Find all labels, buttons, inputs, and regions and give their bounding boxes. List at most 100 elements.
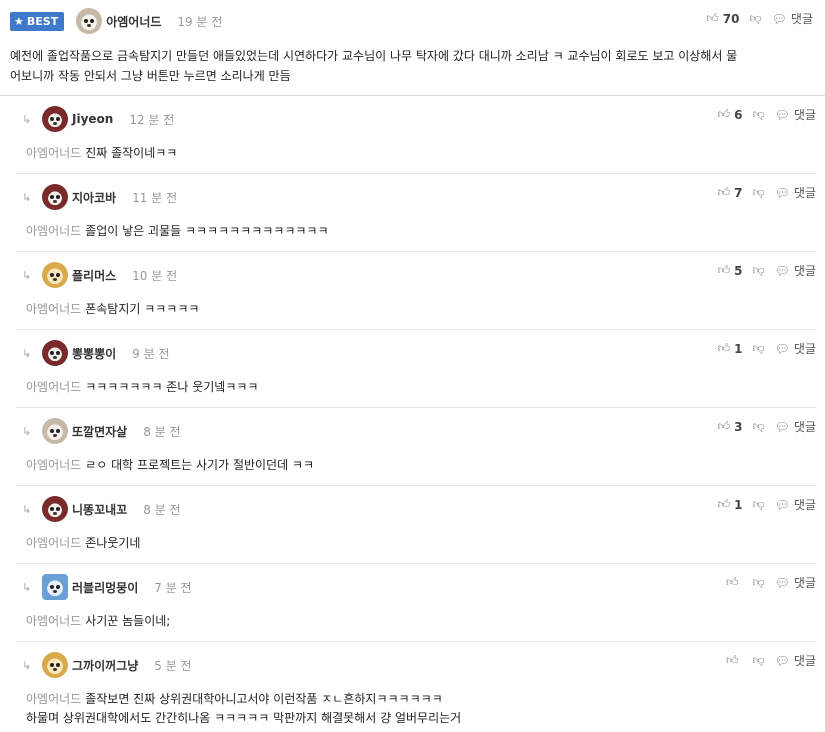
- reply-item: ↳ 뽕뽕뽕이 9 분 전 👍︎ 1 👎︎ 💬︎ 댓글 아엠어너드 ㅋㅋㅋㅋㅋㅋㅋ …: [16, 330, 816, 408]
- mention[interactable]: 아엠어너드: [26, 380, 81, 394]
- reply-actions: 👍︎ 6 👎︎ 💬︎ 댓글: [718, 106, 816, 123]
- reply-actions: 👍︎ 👎︎ 💬︎ 댓글: [726, 574, 816, 591]
- avatar[interactable]: [42, 652, 68, 678]
- thumbs-down-icon[interactable]: 👎︎: [752, 341, 764, 356]
- avatar[interactable]: [42, 496, 68, 522]
- mention[interactable]: 아엠어너드: [26, 614, 81, 628]
- timestamp: 12 분 전: [129, 112, 175, 127]
- best-comment-header: ★ BEST 아엠어너드 19 분 전: [10, 8, 222, 34]
- timestamp: 8 분 전: [143, 424, 181, 439]
- author-nick[interactable]: 뽕뽕뽕이: [72, 345, 116, 362]
- reply-button[interactable]: 댓글: [794, 652, 816, 669]
- reply-text-content: 폰속탐지기 ㅋㅋㅋㅋㅋ: [85, 302, 200, 316]
- reply-button[interactable]: 댓글: [794, 262, 816, 279]
- reply-text-content: 존나웃기네: [85, 536, 141, 550]
- author-nick[interactable]: 그까이꺼그냥: [72, 657, 138, 674]
- thumbs-up-icon[interactable]: 👍︎: [718, 497, 731, 512]
- avatar[interactable]: [42, 106, 68, 132]
- speech-bubble-icon[interactable]: 💬︎: [775, 108, 790, 122]
- speech-bubble-icon[interactable]: 💬︎: [775, 498, 790, 512]
- mention[interactable]: 아엠어너드: [26, 146, 81, 160]
- like-count: 5: [734, 263, 743, 278]
- reply-item: ↳ 그까이꺼그냥 5 분 전 👍︎ 👎︎ 💬︎ 댓글 아엠어너드 졸작보면 진짜 …: [16, 642, 816, 732]
- mention[interactable]: 아엠어너드: [26, 224, 81, 238]
- reply-text: 아엠어너드 졸업이 낳은 괴물들 ㅋㅋㅋㅋㅋㅋㅋㅋㅋㅋㅋㅋㅋ: [26, 222, 806, 241]
- avatar[interactable]: [42, 262, 68, 288]
- reply-text-content: ㅋㅋㅋㅋㅋㅋㅋ 존나 웃기넼ㅋㅋㅋ: [85, 380, 259, 394]
- avatar[interactable]: [42, 340, 68, 366]
- reply-text-content: ㄹㅇ 대학 프로젝트는 사기가 절반이던데 ㅋㅋ: [85, 458, 315, 472]
- thumbs-down-icon[interactable]: 👎︎: [752, 497, 764, 512]
- timestamp: 8 분 전: [143, 502, 181, 517]
- reply-text-line: 아엠어너드 폰속탐지기 ㅋㅋㅋㅋㅋ: [26, 300, 806, 319]
- best-badge-label: BEST: [26, 14, 59, 28]
- author-nick[interactable]: 아엠어너드: [106, 13, 161, 30]
- thumbs-down-icon[interactable]: 👎︎: [752, 185, 764, 200]
- reply-text: 아엠어너드 폰속탐지기 ㅋㅋㅋㅋㅋ: [26, 300, 806, 319]
- thumbs-down-icon[interactable]: 👎︎: [752, 419, 764, 434]
- reply-button[interactable]: 댓글: [794, 574, 816, 591]
- reply-button[interactable]: 댓글: [794, 496, 816, 513]
- timestamp: 5 분 전: [154, 658, 192, 673]
- thumbs-up-icon[interactable]: 👍︎: [718, 107, 731, 122]
- avatar[interactable]: [76, 8, 103, 34]
- avatar[interactable]: [42, 574, 68, 600]
- reply-text: 아엠어너드 진짜 졸작이네ㅋㅋ: [26, 144, 806, 163]
- reply-button[interactable]: 댓글: [794, 106, 816, 123]
- reply-button[interactable]: 댓글: [794, 340, 816, 357]
- speech-bubble-icon[interactable]: 💬︎: [775, 576, 790, 590]
- author-nick[interactable]: 니똥꼬내꼬: [72, 501, 127, 518]
- reply-item: ↳ 지아코바 11 분 전 👍︎ 7 👎︎ 💬︎ 댓글 아엠어너드 졸업이 낳은 …: [16, 174, 816, 252]
- thumbs-up-icon[interactable]: 👍︎: [726, 653, 739, 668]
- reply-item: ↳ 니똥꼬내꼬 8 분 전 👍︎ 1 👎︎ 💬︎ 댓글 아엠어너드 존나웃기네: [16, 486, 816, 564]
- author-nick[interactable]: 지아코바: [72, 189, 116, 206]
- author-nick[interactable]: 러블리멍뭉이: [72, 579, 138, 596]
- thumbs-down-icon[interactable]: 👎︎: [752, 107, 764, 122]
- avatar[interactable]: [42, 184, 68, 210]
- reply-text-line: 아엠어너드 진짜 졸작이네ㅋㅋ: [26, 144, 806, 163]
- author-nick[interactable]: 플리머스: [72, 267, 116, 284]
- mention[interactable]: 아엠어너드: [26, 302, 81, 316]
- like-count: 7: [734, 185, 743, 200]
- thumbs-up-icon[interactable]: 👍︎: [718, 341, 731, 356]
- like-count: 3: [734, 419, 743, 434]
- reply-arrow-icon: ↳: [22, 346, 32, 360]
- thumbs-down-icon[interactable]: 👎︎: [752, 263, 764, 278]
- speech-bubble-icon[interactable]: 💬︎: [775, 264, 790, 278]
- thumbs-up-icon[interactable]: 👍︎: [718, 185, 731, 200]
- author-nick[interactable]: 또깔면자살: [72, 423, 127, 440]
- speech-bubble-icon[interactable]: 💬︎: [772, 12, 787, 26]
- thumbs-up-icon[interactable]: 👍︎: [718, 419, 731, 434]
- timestamp: 10 분 전: [132, 268, 178, 283]
- avatar[interactable]: [42, 418, 68, 444]
- thumbs-up-icon[interactable]: 👍︎: [726, 575, 739, 590]
- best-actions: 👍︎ 70 👎︎ 💬︎ 댓글: [706, 10, 813, 27]
- timestamp: 7 분 전: [154, 580, 192, 595]
- mention[interactable]: 아엠어너드: [26, 692, 81, 706]
- speech-bubble-icon[interactable]: 💬︎: [775, 186, 790, 200]
- thumbs-down-icon[interactable]: 👎︎: [752, 653, 764, 668]
- thumbs-up-icon[interactable]: 👍︎: [718, 263, 731, 278]
- mention[interactable]: 아엠어너드: [26, 458, 81, 472]
- reply-list: ↳ Jiyeon 12 분 전 👍︎ 6 👎︎ 💬︎ 댓글 아엠어너드 진짜 졸작…: [16, 96, 816, 732]
- thumbs-down-icon[interactable]: 👎︎: [752, 575, 764, 590]
- comment-text-line: 예전에 졸업작품으로 금속탐지기 만들던 애들있었는데 시연하다가 교수님이 나…: [10, 49, 738, 63]
- reply-arrow-icon: ↳: [22, 658, 32, 672]
- reply-button[interactable]: 댓글: [794, 184, 816, 201]
- reply-arrow-icon: ↳: [22, 268, 32, 282]
- mention[interactable]: 아엠어너드: [26, 536, 81, 550]
- reply-button[interactable]: 댓글: [791, 10, 813, 27]
- reply-item: ↳ 러블리멍뭉이 7 분 전 👍︎ 👎︎ 💬︎ 댓글 아엠어너드 사기꾼 놈들이네…: [16, 564, 816, 642]
- thumbs-up-icon[interactable]: 👍︎: [706, 11, 719, 26]
- like-count: 70: [722, 11, 740, 26]
- thumbs-down-icon[interactable]: 👎︎: [749, 11, 761, 26]
- speech-bubble-icon[interactable]: 💬︎: [775, 654, 790, 668]
- speech-bubble-icon[interactable]: 💬︎: [775, 342, 790, 356]
- speech-bubble-icon[interactable]: 💬︎: [775, 420, 790, 434]
- author-nick[interactable]: Jiyeon: [72, 112, 113, 126]
- reply-text-content: 사기꾼 놈들이네;: [85, 614, 171, 628]
- reply-text-content: 졸작보면 진짜 상위권대학아니고서야 이런작품 ㅈㄴ흔하지ㅋㅋㅋㅋㅋㅋ: [85, 692, 443, 706]
- reply-text: 아엠어너드 ㅋㅋㅋㅋㅋㅋㅋ 존나 웃기넼ㅋㅋㅋ: [26, 378, 806, 397]
- reply-actions: 👍︎ 👎︎ 💬︎ 댓글: [726, 652, 816, 669]
- reply-button[interactable]: 댓글: [794, 418, 816, 435]
